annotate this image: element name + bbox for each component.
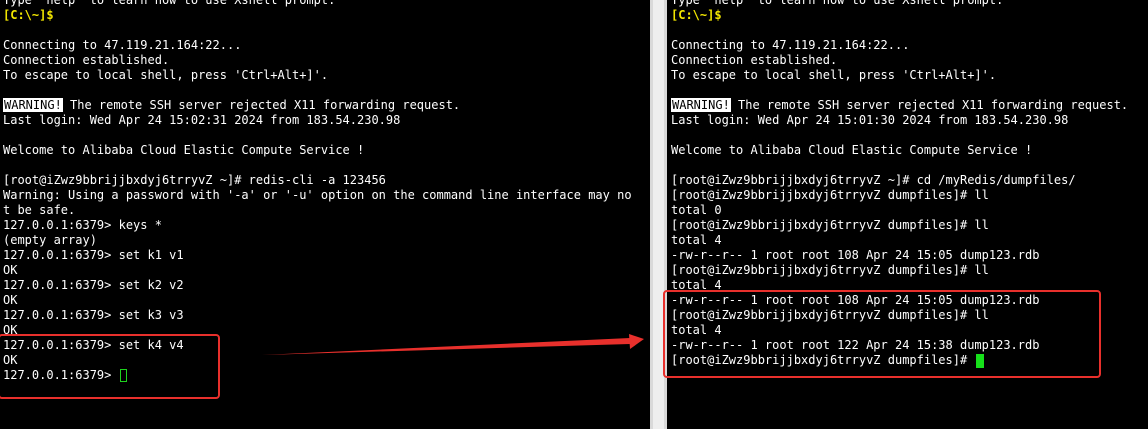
terminal-line: Last login: Wed Apr 24 15:02:31 2024 fro… xyxy=(3,113,400,128)
terminal-text: 127.0.0.1:6379> set k3 v3 xyxy=(3,308,184,322)
terminal-line: total 4 xyxy=(671,233,722,248)
terminal-text: total 4 xyxy=(671,323,722,337)
terminal-line: Warning: Using a password with '-a' or '… xyxy=(3,188,632,203)
terminal-text: -rw-r--r-- 1 root root 122 Apr 24 15:38 … xyxy=(671,338,1040,352)
warning-badge: WARNING! xyxy=(3,98,63,112)
terminal-line: 127.0.0.1:6379> set k1 v1 xyxy=(3,248,184,263)
terminal-text: The remote SSH server rejected X11 forwa… xyxy=(62,98,461,112)
left-terminal-pane[interactable]: Type `help' to learn how to use Xshell p… xyxy=(0,0,650,429)
terminal-line: total 4 xyxy=(671,323,722,338)
terminal-line: Connection established. xyxy=(671,53,837,68)
local-shell-prompt: [C:\~]$ xyxy=(671,8,722,22)
terminal-text: Last login: Wed Apr 24 15:02:31 2024 fro… xyxy=(3,113,401,127)
terminal-text: Connection established. xyxy=(671,53,838,67)
terminal-line: [root@iZwz9bbrijjbxdyj6trryvZ dumpfiles]… xyxy=(671,263,989,278)
terminal-text: -rw-r--r-- 1 root root 108 Apr 24 15:05 … xyxy=(671,293,1040,307)
terminal-text: 127.0.0.1:6379> xyxy=(3,368,119,382)
terminal-text: OK xyxy=(3,323,18,337)
terminal-text: OK xyxy=(3,263,18,277)
terminal-text: [root@iZwz9bbrijjbxdyj6trryvZ dumpfiles]… xyxy=(671,353,975,367)
terminal-text: total 4 xyxy=(671,278,722,292)
terminal-text: [root@iZwz9bbrijjbxdyj6trryvZ dumpfiles]… xyxy=(671,188,989,202)
terminal-text: [root@iZwz9bbrijjbxdyj6trryvZ dumpfiles]… xyxy=(671,308,989,322)
terminal-line: [root@iZwz9bbrijjbxdyj6trryvZ dumpfiles]… xyxy=(671,353,985,368)
terminal-text: [root@iZwz9bbrijjbxdyj6trryvZ ~]# redis-… xyxy=(3,173,386,187)
terminal-line: WARNING! The remote SSH server rejected … xyxy=(3,98,460,113)
terminal-line: [root@iZwz9bbrijjbxdyj6trryvZ ~]# redis-… xyxy=(3,173,386,188)
terminal-line: WARNING! The remote SSH server rejected … xyxy=(671,98,1128,113)
terminal-text: [root@iZwz9bbrijjbxdyj6trryvZ ~]# cd /my… xyxy=(671,173,1076,187)
terminal-line: Type `help' to learn how to use Xshell p… xyxy=(3,0,335,8)
terminal-line: Connecting to 47.119.21.164:22... xyxy=(3,38,241,53)
terminal-line: OK xyxy=(3,263,17,278)
terminal-text: Last login: Wed Apr 24 15:01:30 2024 fro… xyxy=(671,113,1069,127)
warning-badge: WARNING! xyxy=(671,98,731,112)
terminal-text: 127.0.0.1:6379> set k2 v2 xyxy=(3,278,184,292)
terminal-text: 127.0.0.1:6379> set k1 v1 xyxy=(3,248,184,262)
terminal-text: OK xyxy=(3,293,18,307)
terminal-text: To escape to local shell, press 'Ctrl+Al… xyxy=(3,68,329,82)
terminal-line: Welcome to Alibaba Cloud Elastic Compute… xyxy=(3,143,364,158)
terminal-text: [root@iZwz9bbrijjbxdyj6trryvZ dumpfiles]… xyxy=(671,218,989,232)
terminal-line: [C:\~]$ xyxy=(671,8,722,23)
terminal-text: Warning: Using a password with '-a' or '… xyxy=(3,188,632,202)
terminal-line: 127.0.0.1:6379> set k3 v3 xyxy=(3,308,184,323)
terminal-line: Type `help' to learn how to use Xshell p… xyxy=(671,0,1003,8)
terminal-line: Last login: Wed Apr 24 15:01:30 2024 fro… xyxy=(671,113,1068,128)
terminal-text: Welcome to Alibaba Cloud Elastic Compute… xyxy=(3,143,365,157)
terminal-line: total 0 xyxy=(671,203,722,218)
terminal-text: Connection established. xyxy=(3,53,170,67)
terminal-line: [root@iZwz9bbrijjbxdyj6trryvZ dumpfiles]… xyxy=(671,188,989,203)
terminal-text: total 0 xyxy=(671,203,722,217)
terminal-line: To escape to local shell, press 'Ctrl+Al… xyxy=(3,68,328,83)
terminal-text: t be safe. xyxy=(3,203,76,217)
local-shell-prompt: [C:\~]$ xyxy=(3,8,54,22)
terminal-line: [root@iZwz9bbrijjbxdyj6trryvZ ~]# cd /my… xyxy=(671,173,1076,188)
terminal-line: 127.0.0.1:6379> set k2 v2 xyxy=(3,278,184,293)
terminal-text: Connecting to 47.119.21.164:22... xyxy=(671,38,910,52)
terminal-line: 127.0.0.1:6379> set k4 v4 xyxy=(3,338,184,353)
split-divider[interactable] xyxy=(650,0,667,429)
terminal-line: OK xyxy=(3,353,17,368)
terminal-text: [root@iZwz9bbrijjbxdyj6trryvZ dumpfiles]… xyxy=(671,263,989,277)
terminal-line: OK xyxy=(3,293,17,308)
terminal-cursor xyxy=(119,369,127,382)
terminal-text: 127.0.0.1:6379> set k4 v4 xyxy=(3,338,184,352)
terminal-cursor xyxy=(976,353,985,368)
terminal-line: -rw-r--r-- 1 root root 108 Apr 24 15:05 … xyxy=(671,248,1039,263)
terminal-text: The remote SSH server rejected X11 forwa… xyxy=(730,98,1129,112)
terminal-text: -rw-r--r-- 1 root root 108 Apr 24 15:05 … xyxy=(671,248,1040,262)
terminal-line: total 4 xyxy=(671,278,722,293)
terminal-line: t be safe. xyxy=(3,203,75,218)
terminal-line: (empty array) xyxy=(3,233,97,248)
terminal-line: Connection established. xyxy=(3,53,169,68)
terminal-line: OK xyxy=(3,323,17,338)
terminal-text: (empty array) xyxy=(3,233,97,247)
terminal-text: Welcome to Alibaba Cloud Elastic Compute… xyxy=(671,143,1033,157)
terminal-text: Type `help' to learn how to use Xshell p… xyxy=(3,0,336,7)
terminal-text: To escape to local shell, press 'Ctrl+Al… xyxy=(671,68,997,82)
terminal-line: Connecting to 47.119.21.164:22... xyxy=(671,38,909,53)
terminal-line: [root@iZwz9bbrijjbxdyj6trryvZ dumpfiles]… xyxy=(671,308,989,323)
terminal-text: Type `help' to learn how to use Xshell p… xyxy=(671,0,1004,7)
terminal-text: 127.0.0.1:6379> keys * xyxy=(3,218,162,232)
terminal-line: 127.0.0.1:6379> keys * xyxy=(3,218,162,233)
terminal-line: -rw-r--r-- 1 root root 108 Apr 24 15:05 … xyxy=(671,293,1039,308)
terminal-line: 127.0.0.1:6379> xyxy=(3,368,127,383)
terminal-line: [root@iZwz9bbrijjbxdyj6trryvZ dumpfiles]… xyxy=(671,218,989,233)
terminal-text: OK xyxy=(3,353,18,367)
terminal-text: Connecting to 47.119.21.164:22... xyxy=(3,38,242,52)
right-terminal-pane[interactable]: Type `help' to learn how to use Xshell p… xyxy=(667,0,1148,429)
terminal-line: -rw-r--r-- 1 root root 122 Apr 24 15:38 … xyxy=(671,338,1039,353)
terminal-line: Welcome to Alibaba Cloud Elastic Compute… xyxy=(671,143,1032,158)
terminal-text: total 4 xyxy=(671,233,722,247)
terminal-line: [C:\~]$ xyxy=(3,8,54,23)
terminal-line: To escape to local shell, press 'Ctrl+Al… xyxy=(671,68,996,83)
